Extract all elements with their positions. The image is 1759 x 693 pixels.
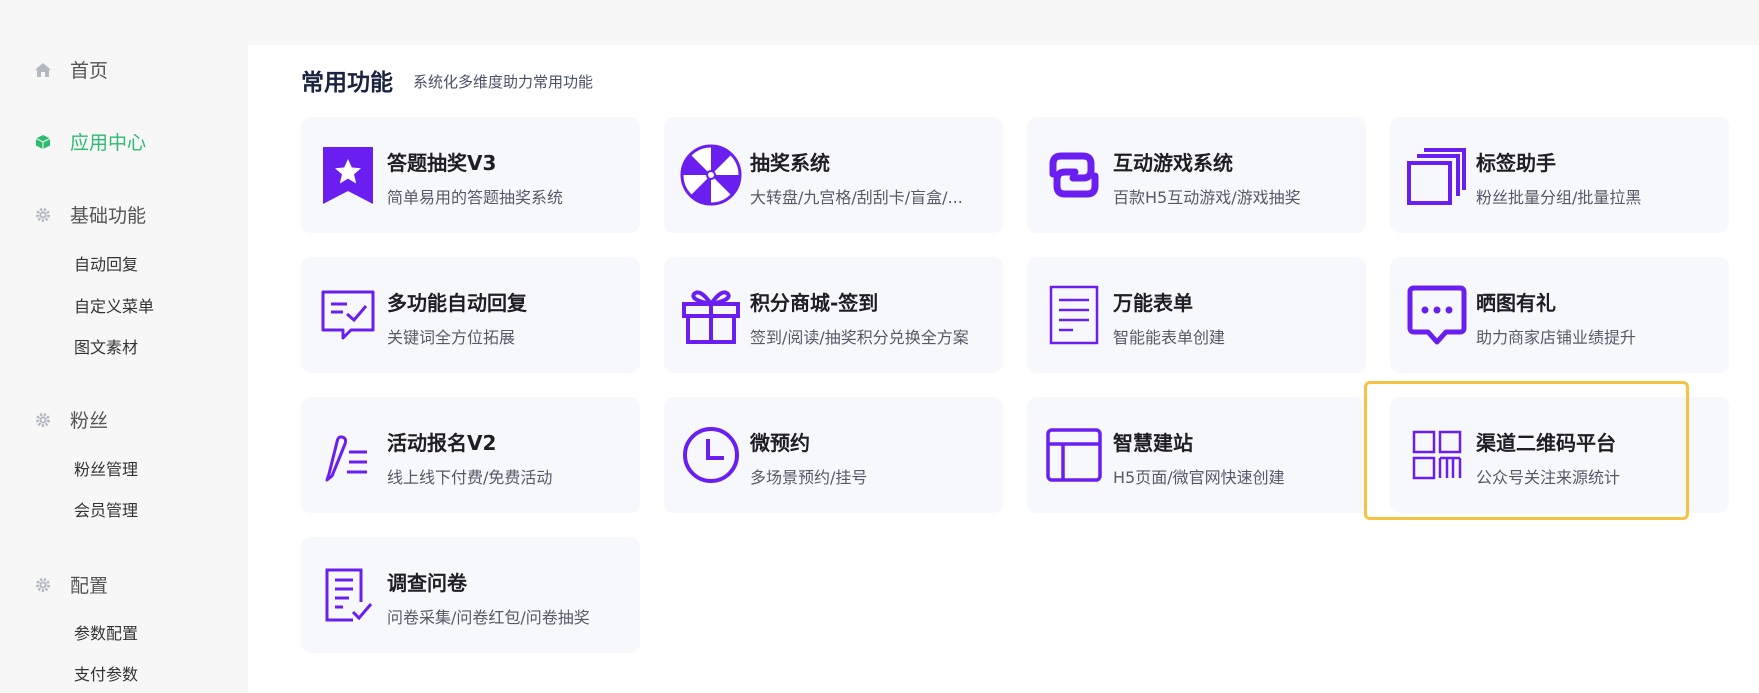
prize-wheel-icon bbox=[680, 144, 742, 206]
app-card-desc: 简单易用的答题抽奖系统 bbox=[387, 188, 564, 207]
app-card-site-builder[interactable]: 智慧建站 H5页面/微官网快速创建 bbox=[1027, 397, 1366, 513]
app-card-appointment[interactable]: 微预约 多场景预约/挂号 bbox=[664, 397, 1003, 513]
app-card-desc: 粉丝批量分组/批量拉黑 bbox=[1476, 188, 1642, 207]
app-card-desc: 公众号关注来源统计 bbox=[1476, 468, 1621, 487]
bookmark-star-icon bbox=[317, 144, 379, 206]
nav-app-center-label: 应用中心 bbox=[70, 132, 147, 154]
nav-config[interactable]: 配置 bbox=[34, 571, 108, 598]
app-card-desc: 百款H5互动游戏/游戏抽奖 bbox=[1113, 188, 1301, 207]
nav-basic[interactable]: 基础功能 bbox=[34, 201, 146, 228]
nav-basic-label: 基础功能 bbox=[70, 205, 147, 227]
app-card-desc: 线上线下付费/免费活动 bbox=[387, 468, 553, 487]
app-card-desc: 大转盘/九宫格/刮刮卡/盲盒/... bbox=[750, 188, 963, 207]
app-card-title: 调查问卷 bbox=[387, 571, 467, 595]
link-loop-icon bbox=[1043, 144, 1105, 206]
nav-fans-label: 粉丝 bbox=[70, 410, 109, 432]
app-card-title: 标签助手 bbox=[1476, 151, 1556, 175]
app-card-points-mall[interactable]: 积分商城-签到 签到/阅读/抽奖积分兑换全方案 bbox=[664, 257, 1003, 373]
app-card-title: 智慧建站 bbox=[1113, 431, 1193, 455]
app-card-title: 微预约 bbox=[750, 431, 810, 455]
app-card-title: 渠道二维码平台 bbox=[1476, 431, 1616, 455]
clock-icon bbox=[680, 424, 742, 486]
nav-media[interactable]: 图文素材 bbox=[74, 334, 138, 358]
app-card-desc: 智能能表单创建 bbox=[1113, 328, 1226, 347]
app-card-desc: H5页面/微官网快速创建 bbox=[1113, 468, 1285, 487]
chat-bubble-dots-icon bbox=[1406, 284, 1468, 346]
nav-app-center[interactable]: 应用中心 bbox=[34, 128, 146, 155]
nav-fans-manage[interactable]: 粉丝管理 bbox=[74, 456, 138, 480]
nav-member-manage[interactable]: 会员管理 bbox=[74, 497, 138, 521]
app-card-title: 抽奖系统 bbox=[750, 151, 830, 175]
home-icon bbox=[34, 61, 52, 79]
app-card-survey[interactable]: 调查问卷 问卷采集/问卷红包/问卷抽奖 bbox=[301, 537, 640, 653]
app-card-desc: 助力商家店铺业绩提升 bbox=[1476, 328, 1637, 347]
nav-fans[interactable]: 粉丝 bbox=[34, 406, 108, 433]
nav-home-label: 首页 bbox=[70, 60, 109, 82]
app-card-auto-reply[interactable]: 多功能自动回复 关键词全方位拓展 bbox=[301, 257, 640, 373]
app-card-lottery[interactable]: 抽奖系统 大转盘/九宫格/刮刮卡/盲盒/... bbox=[664, 117, 1003, 233]
app-card-title: 互动游戏系统 bbox=[1113, 151, 1233, 175]
app-card-desc: 多场景预约/挂号 bbox=[750, 468, 868, 487]
app-card-channel-qrcode[interactable]: 渠道二维码平台 公众号关注来源统计 bbox=[1390, 397, 1729, 513]
app-card-desc: 关键词全方位拓展 bbox=[387, 328, 516, 347]
nav-home[interactable]: 首页 bbox=[34, 56, 108, 83]
document-lines-icon bbox=[1043, 284, 1105, 346]
app-card-quiz-lottery[interactable]: 答题抽奖V3 简单易用的答题抽奖系统 bbox=[301, 117, 640, 233]
cube-icon bbox=[34, 133, 52, 151]
app-card-desc: 问卷采集/问卷红包/问卷抽奖 bbox=[387, 608, 590, 627]
nav-pay-param[interactable]: 支付参数 bbox=[74, 661, 138, 685]
app-card-title: 活动报名V2 bbox=[387, 431, 497, 455]
app-card-title: 多功能自动回复 bbox=[387, 291, 527, 315]
app-card-desc: 签到/阅读/抽奖积分兑换全方案 bbox=[750, 328, 969, 347]
section-subtitle: 系统化多维度助力常用功能 bbox=[413, 73, 594, 91]
main-panel: 常用功能 系统化多维度助力常用功能 答题抽奖V3 简单易用的答题抽奖系统 抽奖系… bbox=[248, 45, 1759, 693]
message-check-icon bbox=[317, 284, 379, 346]
gear-icon bbox=[34, 206, 52, 224]
gear-icon bbox=[34, 576, 52, 594]
app-card-form[interactable]: 万能表单 智能能表单创建 bbox=[1027, 257, 1366, 373]
layout-icon bbox=[1043, 424, 1105, 486]
app-card-tag-helper[interactable]: 标签助手 粉丝批量分组/批量拉黑 bbox=[1390, 117, 1729, 233]
nav-config-label: 配置 bbox=[70, 575, 109, 597]
gear-icon bbox=[34, 411, 52, 429]
app-card-photo-gift[interactable]: 晒图有礼 助力商家店铺业绩提升 bbox=[1390, 257, 1729, 373]
qr-grid-icon bbox=[1406, 424, 1468, 486]
app-card-title: 积分商城-签到 bbox=[750, 291, 879, 315]
app-card-interactive-game[interactable]: 互动游戏系统 百款H5互动游戏/游戏抽奖 bbox=[1027, 117, 1366, 233]
nav-custom-menu[interactable]: 自定义菜单 bbox=[74, 293, 154, 317]
app-card-title: 晒图有礼 bbox=[1476, 291, 1556, 315]
pen-list-icon bbox=[317, 424, 379, 486]
app-card-title: 万能表单 bbox=[1113, 291, 1193, 315]
app-card-event-signup[interactable]: 活动报名V2 线上线下付费/免费活动 bbox=[301, 397, 640, 513]
stacked-squares-icon bbox=[1406, 144, 1468, 206]
checklist-icon bbox=[317, 564, 379, 626]
sidebar: 首页 应用中心 基础功能 自动回复 自定义菜单 图文素材 粉丝 粉丝管理 会员管… bbox=[0, 0, 248, 693]
section-title: 常用功能 bbox=[301, 70, 393, 96]
app-card-title: 答题抽奖V3 bbox=[387, 151, 497, 175]
gift-icon bbox=[680, 284, 742, 346]
nav-param-config[interactable]: 参数配置 bbox=[74, 620, 138, 644]
nav-auto-reply[interactable]: 自动回复 bbox=[74, 251, 138, 275]
